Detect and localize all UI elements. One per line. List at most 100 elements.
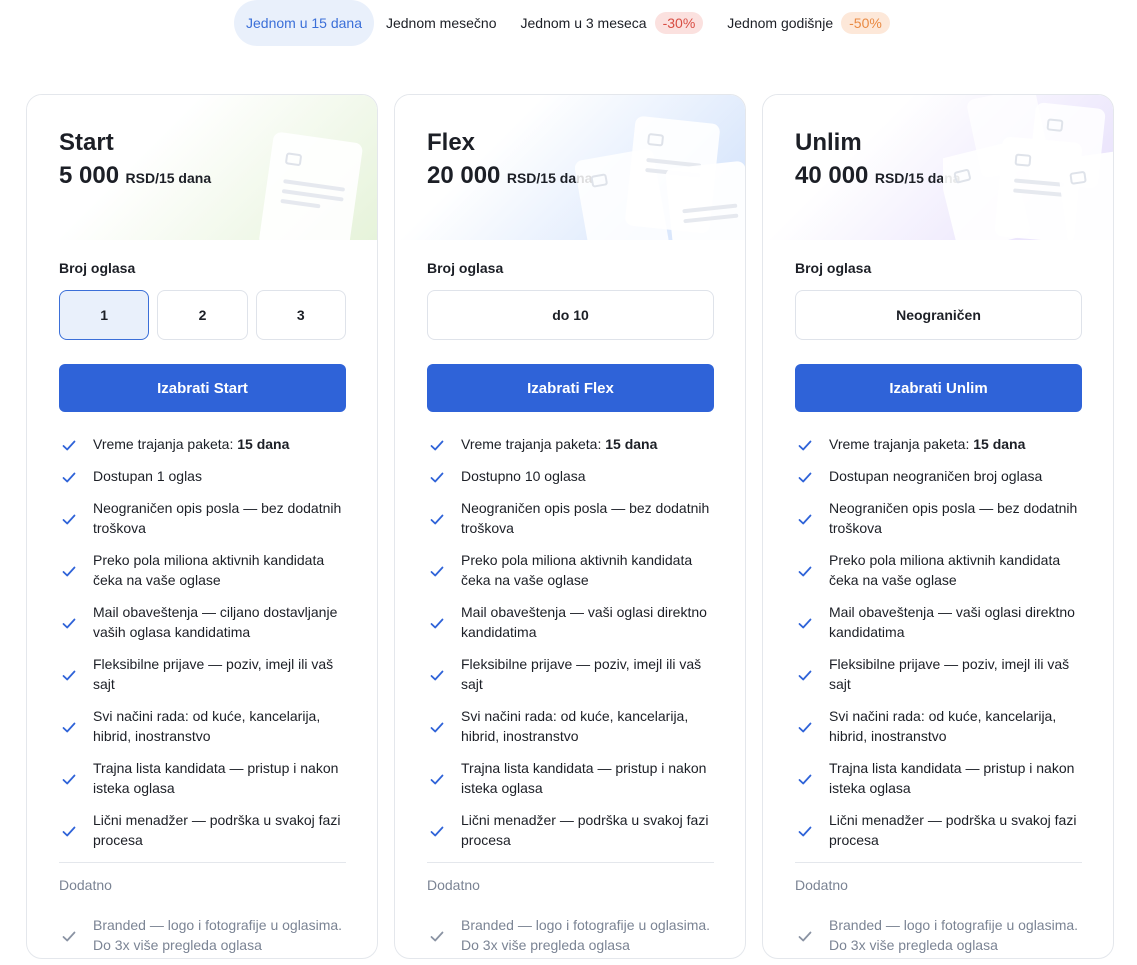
discount-badge: -30% xyxy=(654,12,704,34)
check-icon xyxy=(798,472,812,483)
ads-option-up-to-10[interactable]: do 10 xyxy=(427,290,714,340)
feature-item: Dostupan neograničen broj oglasa xyxy=(795,466,1082,486)
document-illustration xyxy=(943,95,1113,240)
feature-duration: 15 dana xyxy=(605,436,658,452)
feature-list: Vreme trajanja paketa: 15 dana Dostupan … xyxy=(795,434,1082,850)
extra-label: Dodatno xyxy=(59,877,112,893)
plan-header: Unlim 40 000 RSD/15 dana xyxy=(763,95,1113,240)
feature-text: Fleksibilne prijave — poziv, imejl ili v… xyxy=(461,656,702,692)
feature-text: Trajna lista kandidata — pristup i nakon… xyxy=(93,760,339,796)
feature-duration: 15 dana xyxy=(973,436,1026,452)
feature-item: Neograničen opis posla — bez dodatnih tr… xyxy=(59,498,346,538)
feature-item: Preko pola miliona aktivnih kandidata če… xyxy=(427,550,714,590)
period-tabs: Jednom u 15 dana Jednom mesečno Jednom u… xyxy=(234,0,902,46)
feature-text: Preko pola miliona aktivnih kandidata če… xyxy=(93,552,325,588)
extra-item: Branded — logo i fotografije u oglasima.… xyxy=(427,915,714,955)
document-illustration xyxy=(259,132,363,240)
feature-text: Preko pola miliona aktivnih kandidata če… xyxy=(461,552,693,588)
feature-text: Dostupno 10 oglasa xyxy=(461,468,586,484)
feature-item: Svi načini rada: od kuće, kancelarija, h… xyxy=(795,706,1082,746)
tab-label: Jednom godišnje xyxy=(727,15,834,31)
feature-text: Mail obaveštenja — vaši oglasi direktno … xyxy=(461,604,707,640)
check-icon xyxy=(430,472,444,483)
feature-text: Dostupan 1 oglas xyxy=(93,468,202,484)
ads-count-label: Broj oglasa xyxy=(59,260,136,276)
feature-text: Vreme trajanja paketa: xyxy=(829,436,974,452)
feature-item: Fleksibilne prijave — poziv, imejl ili v… xyxy=(59,654,346,694)
feature-duration: 15 dana xyxy=(237,436,290,452)
tab-label: Jednom u 3 meseca xyxy=(520,15,647,31)
feature-item: Dostupan 1 oglas xyxy=(59,466,346,486)
ads-count-options: do 10 xyxy=(427,290,714,340)
tab-monthly[interactable]: Jednom mesečno xyxy=(374,0,509,46)
feature-item: Lični menadžer — podrška u svakoj fazi p… xyxy=(59,810,346,850)
ads-count-options: 1 2 3 xyxy=(59,290,346,340)
feature-text: Preko pola miliona aktivnih kandidata če… xyxy=(829,552,1061,588)
check-icon xyxy=(430,440,444,451)
check-icon xyxy=(430,566,444,577)
check-icon xyxy=(798,514,812,525)
ads-option-2[interactable]: 2 xyxy=(157,290,248,340)
feature-text: Trajna lista kandidata — pristup i nakon… xyxy=(829,760,1075,796)
tab-every-3-months[interactable]: Jednom u 3 meseca -30% xyxy=(509,0,716,46)
feature-item: Svi načini rada: od kuće, kancelarija, h… xyxy=(59,706,346,746)
feature-item: Mail obaveštenja — ciljano dostavljanje … xyxy=(59,602,346,642)
feature-text: Mail obaveštenja — ciljano dostavljanje … xyxy=(93,604,338,640)
check-icon xyxy=(62,472,76,483)
extra-label: Dodatno xyxy=(427,877,480,893)
feature-text: Lični menadžer — podrška u svakoj fazi p… xyxy=(829,812,1077,848)
select-flex-button[interactable]: Izabrati Flex xyxy=(427,364,714,412)
check-icon xyxy=(430,931,444,942)
check-icon xyxy=(62,670,76,681)
check-icon xyxy=(62,514,76,525)
feature-item: Trajna lista kandidata — pristup i nakon… xyxy=(427,758,714,798)
tab-every-15-days[interactable]: Jednom u 15 dana xyxy=(234,0,374,46)
ads-option-1[interactable]: 1 xyxy=(59,290,150,340)
check-icon xyxy=(798,931,812,942)
check-icon xyxy=(798,670,812,681)
feature-text: Vreme trajanja paketa: xyxy=(461,436,606,452)
check-icon xyxy=(430,826,444,837)
feature-item: Lični menadžer — podrška u svakoj fazi p… xyxy=(795,810,1082,850)
check-icon xyxy=(430,774,444,785)
check-icon xyxy=(798,722,812,733)
feature-item: Mail obaveštenja — vaši oglasi direktno … xyxy=(795,602,1082,642)
divider xyxy=(795,862,1082,863)
divider xyxy=(59,862,346,863)
check-icon xyxy=(798,826,812,837)
check-icon xyxy=(430,618,444,629)
price-amount: 20 000 xyxy=(427,162,501,189)
check-icon xyxy=(62,722,76,733)
select-start-button[interactable]: Izabrati Start xyxy=(59,364,346,412)
price-amount: 40 000 xyxy=(795,162,869,189)
ads-count-options: Neograničen xyxy=(795,290,1082,340)
plan-card-start: Start 5 000 RSD/15 dana Broj oglasa 1 2 … xyxy=(26,94,378,959)
select-unlim-button[interactable]: Izabrati Unlim xyxy=(795,364,1082,412)
feature-text: Lični menadžer — podrška u svakoj fazi p… xyxy=(93,812,341,848)
discount-badge: -50% xyxy=(841,12,890,34)
extra-text: Branded — logo i fotografije u oglasima.… xyxy=(93,917,343,953)
feature-item: Lični menadžer — podrška u svakoj fazi p… xyxy=(427,810,714,850)
check-icon xyxy=(798,774,812,785)
extra-label: Dodatno xyxy=(795,877,848,893)
feature-list: Vreme trajanja paketa: 15 dana Dostupan … xyxy=(59,434,346,850)
feature-text: Neograničen opis posla — bez dodatnih tr… xyxy=(93,500,342,536)
ads-option-3[interactable]: 3 xyxy=(255,290,346,340)
check-icon xyxy=(62,931,76,942)
plan-card-flex: Flex 20 000 RSD/15 dana Broj oglasa do 1… xyxy=(394,94,746,959)
feature-text: Mail obaveštenja — vaši oglasi direktno … xyxy=(829,604,1075,640)
extra-text: Branded — logo i fotografije u oglasima.… xyxy=(461,917,711,953)
tab-label: Jednom mesečno xyxy=(385,15,497,31)
feature-item: Neograničen opis posla — bez dodatnih tr… xyxy=(427,498,714,538)
plan-header: Flex 20 000 RSD/15 dana xyxy=(395,95,745,240)
feature-item: Dostupno 10 oglasa xyxy=(427,466,714,486)
document-illustration xyxy=(575,116,745,240)
feature-list: Vreme trajanja paketa: 15 dana Dostupno … xyxy=(427,434,714,850)
feature-item: Svi načini rada: od kuće, kancelarija, h… xyxy=(427,706,714,746)
tab-yearly[interactable]: Jednom godišnje -50% xyxy=(715,0,902,46)
check-icon xyxy=(798,440,812,451)
ads-option-unlimited[interactable]: Neograničen xyxy=(795,290,1082,340)
feature-item: Fleksibilne prijave — poziv, imejl ili v… xyxy=(795,654,1082,694)
feature-text: Neograničen opis posla — bez dodatnih tr… xyxy=(461,500,710,536)
feature-text: Trajna lista kandidata — pristup i nakon… xyxy=(461,760,707,796)
